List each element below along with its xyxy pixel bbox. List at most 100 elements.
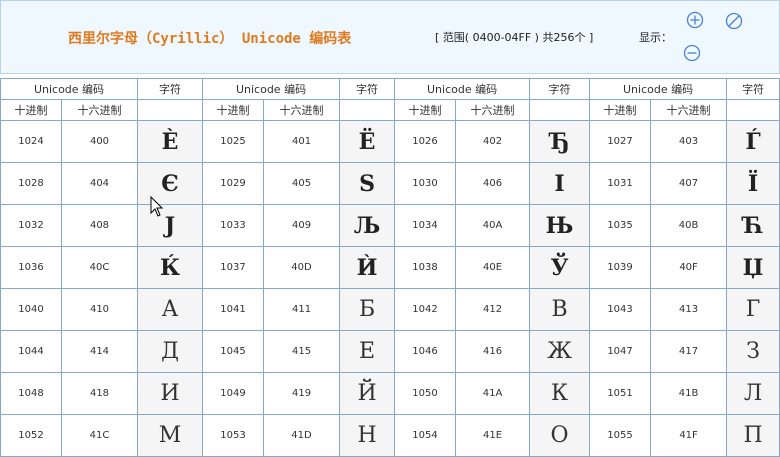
- hex-cell: 416: [455, 330, 531, 373]
- dec-header: 十进制: [394, 99, 457, 121]
- hex-cell: 409: [263, 204, 341, 247]
- char-cell: Ќ: [137, 246, 204, 289]
- hex-cell: 403: [650, 120, 728, 163]
- hex-cell: 41A: [455, 372, 531, 415]
- hex-cell: 402: [455, 120, 531, 163]
- char-cell: Ё: [339, 120, 396, 163]
- char-cell: Њ: [529, 204, 591, 247]
- dec-cell: 1036: [0, 246, 62, 289]
- table-row: 1040 410 А 1041 411 Б 1042 412 В 1043 413 Г: [0, 288, 780, 331]
- char-subheader-cell: [726, 99, 780, 121]
- zoom-out-icon[interactable]: [683, 44, 701, 62]
- table-row: 1024 400 Ѐ 1025 401 Ё 1026 402 Ђ 1027 403 Ѓ: [0, 120, 780, 163]
- dec-cell: 1054: [394, 414, 457, 457]
- dec-cell: 1035: [589, 204, 652, 247]
- dec-cell: 1055: [589, 414, 652, 457]
- page-title: 西里尔字母（Cyrillic） Unicode 编码表: [68, 31, 352, 47]
- char-cell: К: [529, 372, 591, 415]
- char-cell: З: [726, 330, 780, 373]
- hex-header: 十六进制: [263, 99, 341, 121]
- range-info: [ 范围( 0400-04FF ) 共256个 ]: [435, 31, 594, 44]
- reset-icon[interactable]: [725, 12, 743, 30]
- char-cell: Ѐ: [137, 120, 204, 163]
- hex-cell: 412: [455, 288, 531, 331]
- hex-cell: 418: [60, 372, 139, 415]
- dec-cell: 1049: [202, 372, 265, 415]
- hex-cell: 41C: [60, 414, 139, 457]
- dec-cell: 1044: [0, 330, 62, 373]
- char-cell: Й: [339, 372, 396, 415]
- dec-cell: 1026: [394, 120, 457, 163]
- char-cell: И: [137, 372, 204, 415]
- unicode-header: Unicode 编码: [394, 78, 531, 100]
- char-header: 字符: [726, 78, 780, 100]
- hex-cell: 408: [60, 204, 139, 247]
- hex-cell: 41F: [650, 414, 728, 457]
- dec-cell: 1048: [0, 372, 62, 415]
- hex-cell: 414: [60, 330, 139, 373]
- dec-cell: 1033: [202, 204, 265, 247]
- unicode-header: Unicode 编码: [0, 78, 139, 100]
- char-subheader-cell: [339, 99, 396, 121]
- hex-cell: 410: [60, 288, 139, 331]
- mouse-cursor-icon: [150, 196, 164, 217]
- display-label: 显示：: [639, 31, 672, 44]
- char-cell: Ѓ: [726, 120, 780, 163]
- hex-cell: 404: [60, 162, 139, 205]
- char-cell: Џ: [726, 246, 780, 289]
- char-header: 字符: [529, 78, 591, 100]
- char-header: 字符: [137, 78, 204, 100]
- char-cell: М: [137, 414, 204, 457]
- char-cell: Ѝ: [339, 246, 396, 289]
- char-subheader-cell: [529, 99, 591, 121]
- char-cell: Ћ: [726, 204, 780, 247]
- hex-cell: 40A: [455, 204, 531, 247]
- zoom-in-icon[interactable]: [686, 11, 704, 29]
- hex-cell: 40F: [650, 246, 728, 289]
- char-cell: Г: [726, 288, 780, 331]
- dec-cell: 1047: [589, 330, 652, 373]
- dec-cell: 1043: [589, 288, 652, 331]
- dec-header: 十进制: [589, 99, 652, 121]
- char-cell: Љ: [339, 204, 396, 247]
- hex-cell: 415: [263, 330, 341, 373]
- dec-cell: 1052: [0, 414, 62, 457]
- hex-cell: 40D: [263, 246, 341, 289]
- char-cell: Ђ: [529, 120, 591, 163]
- char-cell: Ј: [137, 204, 204, 247]
- hex-cell: 417: [650, 330, 728, 373]
- dec-cell: 1046: [394, 330, 457, 373]
- table-row: 1028 404 Є 1029 405 Ѕ 1030 406 І 1031 407 Ї: [0, 162, 780, 205]
- dec-cell: 1050: [394, 372, 457, 415]
- dec-cell: 1032: [0, 204, 62, 247]
- dec-cell: 1045: [202, 330, 265, 373]
- table-row: 1052 41C М 1053 41D Н 1054 41E О 1055 41F П: [0, 414, 780, 457]
- unicode-table: Unicode 编码 字符 Unicode 编码 字符 Unicode 编码 字…: [0, 78, 780, 457]
- dec-cell: 1028: [0, 162, 62, 205]
- dec-header: 十进制: [0, 99, 62, 121]
- dec-cell: 1025: [202, 120, 265, 163]
- dec-cell: 1042: [394, 288, 457, 331]
- dec-cell: 1038: [394, 246, 457, 289]
- unicode-header: Unicode 编码: [589, 78, 728, 100]
- dec-cell: 1024: [0, 120, 62, 163]
- char-cell: Е: [339, 330, 396, 373]
- dec-cell: 1051: [589, 372, 652, 415]
- hex-cell: 40E: [455, 246, 531, 289]
- hex-cell: 419: [263, 372, 341, 415]
- dec-cell: 1040: [0, 288, 62, 331]
- dec-header: 十进制: [202, 99, 265, 121]
- dec-cell: 1030: [394, 162, 457, 205]
- table-row: 1036 40C Ќ 1037 40D Ѝ 1038 40E Ў 1039 40F Џ: [0, 246, 780, 289]
- char-cell: П: [726, 414, 780, 457]
- table-row: 1048 418 И 1049 419 Й 1050 41A К 1051 41B Л: [0, 372, 780, 415]
- table-header-row: Unicode 编码 字符 Unicode 编码 字符 Unicode 编码 字…: [0, 78, 780, 100]
- char-cell: О: [529, 414, 591, 457]
- char-cell: Ж: [529, 330, 591, 373]
- hex-cell: 411: [263, 288, 341, 331]
- table-row: 1032 408 Ј 1033 409 Љ 1034 40A Њ 1035 40B Ћ: [0, 204, 780, 247]
- table-row: 1044 414 Д 1045 415 Е 1046 416 Ж 1047 417 З: [0, 330, 780, 373]
- char-cell: А: [137, 288, 204, 331]
- dec-cell: 1027: [589, 120, 652, 163]
- char-header: 字符: [339, 78, 396, 100]
